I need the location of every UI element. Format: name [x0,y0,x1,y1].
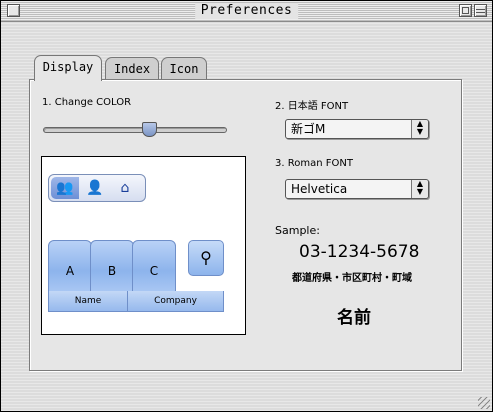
japanese-font-label: 2. 日本語 FONT [275,101,349,112]
tab-icon[interactable]: Icon [161,57,207,80]
window-title: Preferences [194,3,299,19]
roman-font-label: 3. Roman FONT [275,158,353,169]
tab-index[interactable]: Index [105,57,159,80]
roman-font-value: Helvetica [291,182,348,196]
popup-arrows-icon: ▲ ▼ [411,120,428,138]
letter-tab-b[interactable]: B [90,240,134,292]
preview-toolbar: 👥 👤 ⌂ [48,174,146,202]
sample-name: 名前 [337,308,371,328]
popup-arrows-icon: ▲ ▼ [411,180,428,198]
person-icon[interactable]: 👤 [81,177,109,199]
change-color-label: 1. Change COLOR [42,97,132,108]
preferences-window: Preferences Display Index Icon 1. Change… [0,0,493,412]
color-slider-thumb[interactable] [142,122,157,137]
column-header-company[interactable]: Company [127,291,224,312]
tab-display[interactable]: Display [34,55,102,81]
column-header-name[interactable]: Name [48,291,128,312]
magnifier-icon[interactable]: ⚲ [188,240,224,276]
zoom-box[interactable] [459,4,472,17]
title-bar[interactable]: Preferences [1,1,492,22]
sample-phone: 03-1234-5678 [299,242,420,262]
collapse-box[interactable] [474,4,487,17]
letter-tab-c[interactable]: C [132,240,176,292]
resize-grip-icon[interactable] [478,397,490,409]
house-icon[interactable]: ⌂ [111,177,139,199]
color-slider-track[interactable] [43,127,227,133]
sample-label: Sample: [275,224,320,237]
people-icon[interactable]: 👥 [51,177,79,199]
preview-box: 👥 👤 ⌂ A B C ⚲ Name Company [41,156,246,335]
japanese-font-value: 新ゴM [291,122,326,136]
close-box[interactable] [7,4,20,17]
roman-font-popup[interactable]: Helvetica ▲ ▼ [285,179,429,199]
sample-address: 都道府県・市区町村・町域 [292,273,412,284]
japanese-font-popup[interactable]: 新ゴM ▲ ▼ [285,119,429,139]
letter-tab-a[interactable]: A [48,240,92,292]
